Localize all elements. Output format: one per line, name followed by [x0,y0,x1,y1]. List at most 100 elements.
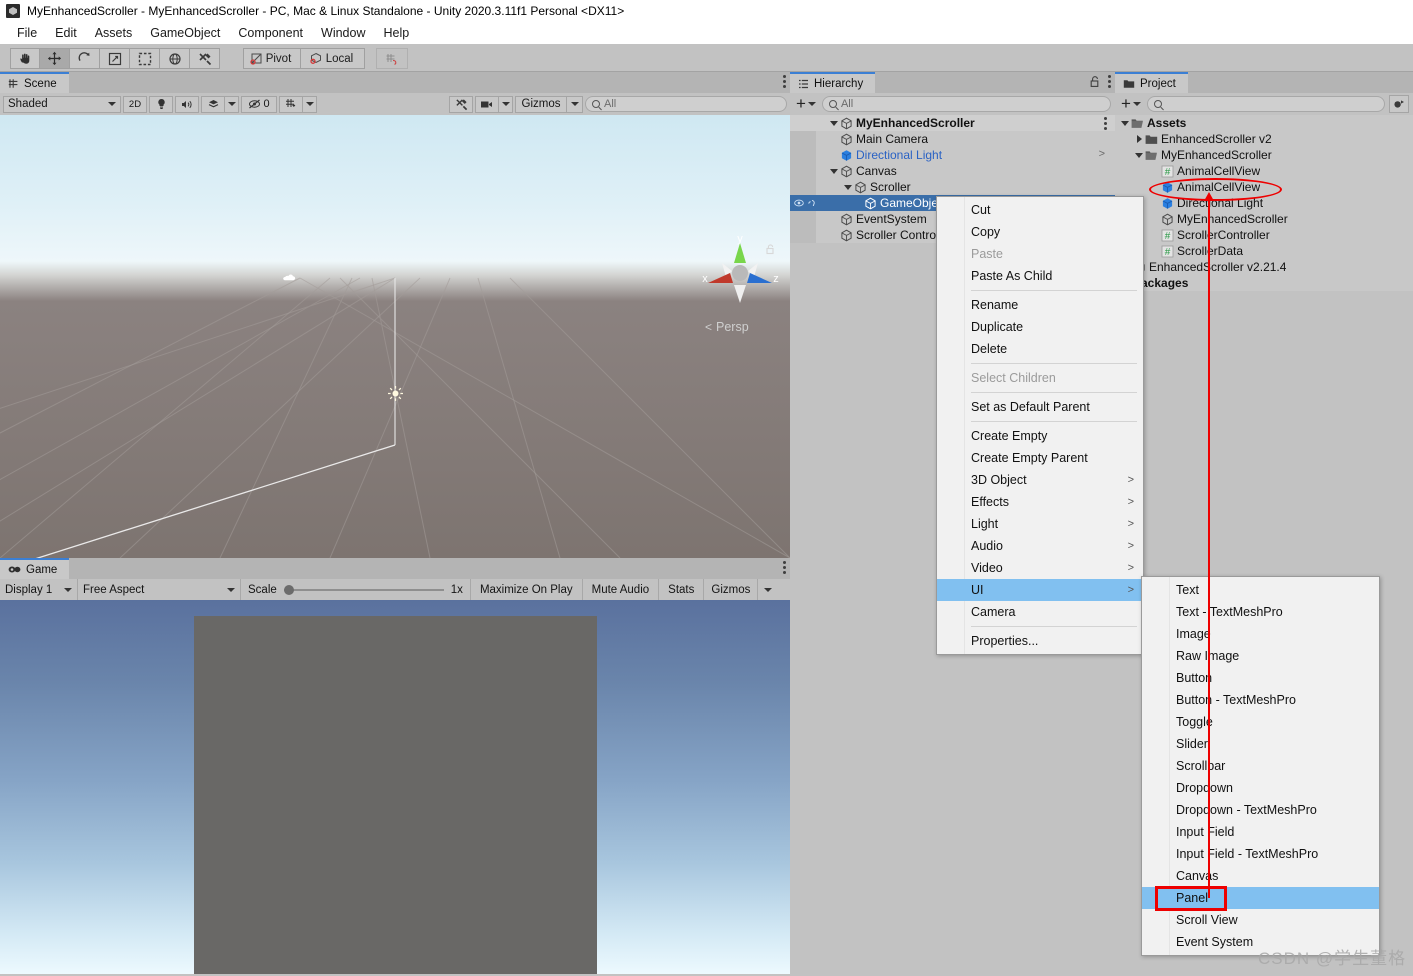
hand-tool-button[interactable] [10,48,40,69]
ui-item-button-textmeshpro[interactable]: Button - TextMeshPro [1142,689,1379,711]
tab-hierarchy[interactable]: Hierarchy [790,72,875,93]
game-options-icon[interactable] [783,561,786,574]
ctx-item-cut[interactable]: Cut [937,199,1143,221]
ui-item-slider[interactable]: Slider [1142,733,1379,755]
ctx-item-effects[interactable]: Effects> [937,491,1143,513]
mute-audio-toggle[interactable]: Mute Audio [583,579,660,600]
chevron-right-icon[interactable]: > [1099,148,1105,160]
project-row-directional-light[interactable]: Directional Light [1115,195,1413,211]
shading-mode-dropdown[interactable]: Shaded [3,96,121,113]
ctx-item-copy[interactable]: Copy [937,221,1143,243]
custom-tool-button[interactable] [190,48,220,69]
lock-icon[interactable] [1090,76,1100,88]
ctx-item-set-as-default-parent[interactable]: Set as Default Parent [937,396,1143,418]
project-row-enhancedscroller-v2[interactable]: EnhancedScroller v2 [1115,131,1413,147]
scene-hidden-objects-button[interactable]: 0 [241,96,277,113]
ctx-item-rename[interactable]: Rename [937,294,1143,316]
rotate-tool-button[interactable] [70,48,100,69]
scene-tools-button[interactable] [449,96,473,113]
game-gizmos-button[interactable]: Gizmos [704,579,757,600]
scene-fx-dropdown[interactable] [225,96,239,113]
scene-lighting-button[interactable] [149,96,173,113]
twisty-right-icon[interactable] [1137,135,1142,143]
menu-help[interactable]: Help [374,24,418,42]
twisty-down-icon[interactable] [830,121,838,126]
grid-snap-button[interactable] [376,48,408,69]
scale-slider-group[interactable]: Scale 1x [241,579,471,600]
ui-item-button[interactable]: Button [1142,667,1379,689]
move-tool-button[interactable] [40,48,70,69]
menu-component[interactable]: Component [229,24,312,42]
project-search-input[interactable] [1147,96,1385,112]
ctx-item-3d-object[interactable]: 3D Object> [937,469,1143,491]
tab-scene[interactable]: Scene [0,72,69,93]
ctx-item-ui[interactable]: UI> [937,579,1143,601]
project-add-button[interactable]: + [1119,97,1143,111]
hierarchy-row-myenhancedscroller[interactable]: MyEnhancedScroller [790,115,1115,131]
pointer-icon[interactable] [807,199,816,208]
row-options-icon[interactable] [1104,117,1107,130]
project-row-animalcellview-script[interactable]: # AnimalCellView [1115,163,1413,179]
stats-toggle[interactable]: Stats [659,579,704,600]
eye-icon[interactable] [794,199,804,207]
project-row-assets[interactable]: Assets [1115,115,1413,131]
ui-item-image[interactable]: Image [1142,623,1379,645]
project-row-scrollercontroller[interactable]: # ScrollerController [1115,227,1413,243]
ui-item-scrollbar[interactable]: Scrollbar [1142,755,1379,777]
ui-item-scroll-view[interactable]: Scroll View [1142,909,1379,931]
ui-item-raw-image[interactable]: Raw Image [1142,645,1379,667]
ctx-item-audio[interactable]: Audio> [937,535,1143,557]
twisty-down-icon[interactable] [1121,121,1129,126]
hierarchy-row-canvas[interactable]: Canvas [790,163,1115,179]
menu-edit[interactable]: Edit [46,24,86,42]
menu-file[interactable]: File [8,24,46,42]
ctx-item-delete[interactable]: Delete [937,338,1143,360]
project-row-scrollerdata[interactable]: # ScrollerData [1115,243,1413,259]
scene-lock-icon[interactable] [766,242,775,260]
game-viewport[interactable] [0,600,790,976]
ctx-item-video[interactable]: Video> [937,557,1143,579]
ctx-item-properties[interactable]: Properties... [937,630,1143,652]
hierarchy-search-input[interactable]: All [822,96,1111,112]
hierarchy-options-icon[interactable] [1108,75,1111,88]
gameobject-context-menu[interactable]: Cut Copy Paste Paste As Child Rename Dup… [936,196,1144,655]
scene-fx-button[interactable] [201,96,225,113]
scene-grid-dropdown[interactable] [303,96,317,113]
row-visibility-toggles[interactable] [790,199,816,208]
scene-viewport[interactable]: y x z < [0,115,790,558]
ctx-item-duplicate[interactable]: Duplicate [937,316,1143,338]
ui-item-dropdown[interactable]: Dropdown [1142,777,1379,799]
project-row-packages[interactable]: Packages [1115,275,1413,291]
ui-item-text[interactable]: Text [1142,579,1379,601]
menu-gameobject[interactable]: GameObject [141,24,229,42]
ui-submenu[interactable]: Text Text - TextMeshPro Image Raw Image … [1141,576,1380,956]
project-row-enhancedscroller-v2214[interactable]: EnhancedScroller v2.21.4 [1115,259,1413,275]
scale-slider[interactable] [284,585,444,595]
hierarchy-row-scroller[interactable]: Scroller [790,179,1115,195]
project-row-myenhancedscroller[interactable]: MyEnhancedScroller [1115,147,1413,163]
scene-camera-dropdown[interactable] [499,96,513,113]
hierarchy-add-button[interactable]: + [794,97,818,111]
tab-project[interactable]: Project [1115,72,1188,93]
ui-item-event-system[interactable]: Event System [1142,931,1379,953]
menu-window[interactable]: Window [312,24,374,42]
scale-slider-handle[interactable] [284,585,294,595]
maximize-on-play-toggle[interactable]: Maximize On Play [471,579,583,600]
project-filter-button[interactable] [1389,95,1409,113]
hierarchy-row-main-camera[interactable]: Main Camera [790,131,1115,147]
ctx-item-light[interactable]: Light> [937,513,1143,535]
display-dropdown[interactable]: Display 1 [0,579,78,600]
ui-item-panel[interactable]: Panel [1142,887,1379,909]
ui-item-toggle[interactable]: Toggle [1142,711,1379,733]
twisty-down-icon[interactable] [830,169,838,174]
local-toggle-button[interactable]: Local [301,48,365,69]
scene-options-icon[interactable] [783,75,786,88]
ctx-item-create-empty-parent[interactable]: Create Empty Parent [937,447,1143,469]
ui-item-input-field[interactable]: Input Field [1142,821,1379,843]
hierarchy-row-directional-light[interactable]: Directional Light > [790,147,1115,163]
scene-audio-button[interactable] [175,96,199,113]
menu-assets[interactable]: Assets [86,24,142,42]
ui-item-input-field-textmeshpro[interactable]: Input Field - TextMeshPro [1142,843,1379,865]
toggle-2d-button[interactable]: 2D [123,96,147,113]
ctx-item-camera[interactable]: Camera [937,601,1143,623]
